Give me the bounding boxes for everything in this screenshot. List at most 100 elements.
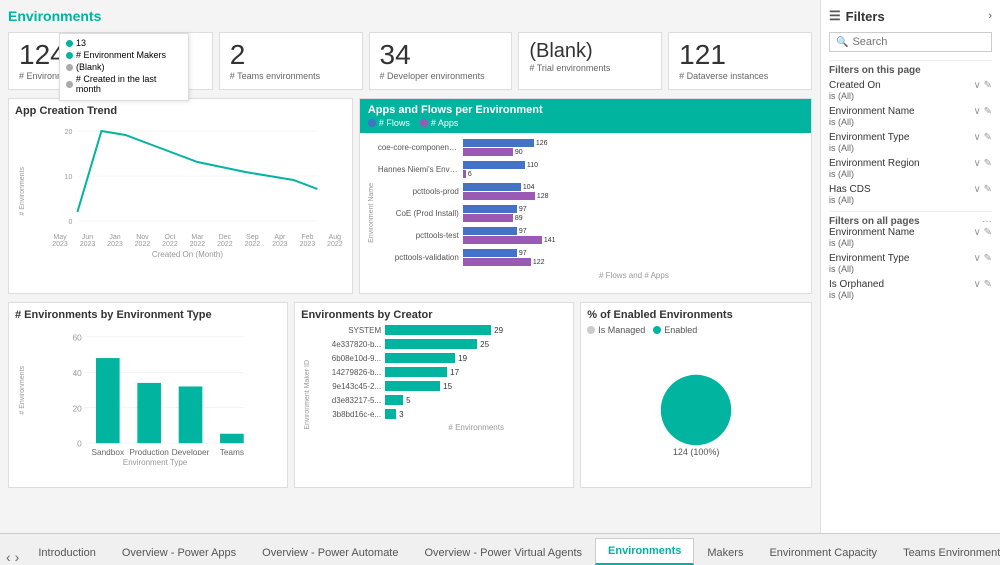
- tab-prev-btn[interactable]: ‹: [4, 549, 13, 565]
- kpi-teams-label: # Teams environments: [230, 71, 352, 81]
- tab-introduction[interactable]: Introduction: [25, 540, 108, 565]
- ebc-x-label: # Environments: [313, 423, 567, 432]
- filter-value: is (All): [829, 143, 992, 153]
- creator-val: 15: [443, 382, 452, 391]
- flow-val: 97: [519, 206, 527, 213]
- flow-val: 104: [523, 184, 535, 191]
- af-bars-wrap: 97 89: [463, 205, 527, 222]
- env-by-type-card: # Environments by Environment Type # Env…: [8, 302, 288, 488]
- act-svg: 20 10 0: [29, 121, 346, 231]
- vbar-svg: 0204060SandboxProductionDeveloperTeams: [29, 325, 281, 455]
- dot-icon: [66, 64, 73, 71]
- app-bar: [463, 192, 535, 200]
- af-x-label: # Flows and # Apps: [378, 271, 805, 280]
- af-y-label: Environment Name: [368, 183, 375, 243]
- on-page-label: Filters on this page: [829, 60, 992, 76]
- filter-all-item-is-orphaned: Is Orphaned ∨ ✎ is (All): [829, 279, 992, 300]
- kpi-developer-number: 34: [380, 41, 502, 69]
- svg-text:40: 40: [73, 369, 83, 378]
- env-by-creator-card: Environments by Creator Environment Make…: [294, 302, 574, 488]
- flow-bar: [463, 205, 517, 213]
- creator-val: 17: [450, 368, 459, 377]
- creator-bar: [385, 353, 455, 363]
- app-val: 89: [515, 215, 523, 222]
- creator-bar: [385, 395, 403, 405]
- donut-chart: 124 (100%): [587, 341, 805, 481]
- legend-blue-dot: [368, 119, 376, 127]
- sidebar-title: ☰ Filters: [829, 8, 885, 24]
- filter-icon: ☰: [829, 8, 841, 24]
- dot-icon: [66, 40, 73, 47]
- kpi-trial-number: (Blank): [529, 41, 651, 61]
- creator-name: 3b8bd16c-e...: [313, 410, 385, 419]
- tab-overview-power-automate[interactable]: Overview - Power Automate: [249, 540, 411, 565]
- app-bar: [463, 214, 513, 222]
- flow-bar-row: 97: [463, 227, 556, 235]
- af-row: pcttools-prod 104 128: [378, 183, 805, 200]
- filter-value: is (All): [829, 264, 992, 274]
- af-row-name: CoE (Prod Install): [378, 209, 463, 218]
- flow-bar-row: 97: [463, 205, 527, 213]
- filter-item-created-on: Created On ∨ ✎ is (All): [829, 80, 992, 101]
- donut-legend: Is Managed Enabled: [587, 325, 805, 335]
- svg-text:Teams: Teams: [220, 448, 244, 455]
- flow-bar: [463, 227, 517, 235]
- svg-text:20: 20: [65, 129, 73, 136]
- filter-name: Environment Type: [829, 253, 909, 264]
- creator-row: d3e83217-5...5: [313, 395, 567, 405]
- tab-teams-environments[interactable]: Teams Environments: [890, 540, 1000, 565]
- creator-row: 4e337820-b...25: [313, 339, 567, 349]
- app-val: 128: [537, 193, 549, 200]
- svg-text:Sandbox: Sandbox: [91, 448, 124, 455]
- creator-bar: [385, 381, 440, 391]
- tab-makers[interactable]: Makers: [694, 540, 756, 565]
- creator-bar: [385, 367, 447, 377]
- kpi-tooltip: 13 # Environment Makers (Blank) # Create…: [59, 33, 189, 101]
- flow-bar-row: 110: [463, 161, 538, 169]
- flow-val: 110: [527, 162, 538, 169]
- tab-environment-capacity[interactable]: Environment Capacity: [756, 540, 890, 565]
- search-input[interactable]: [852, 36, 985, 48]
- enabled-dot: [653, 326, 661, 334]
- af-row: pcttools-test 97 141: [378, 227, 805, 244]
- filter-name: Environment Name: [829, 106, 915, 117]
- flow-bar-row: 97: [463, 249, 545, 257]
- creator-bar: [385, 409, 396, 419]
- flow-bar: [463, 139, 534, 147]
- tab-overview-power-virtual-agents[interactable]: Overview - Power Virtual Agents: [412, 540, 596, 565]
- svg-text:0: 0: [77, 440, 82, 449]
- on-all-more-icon[interactable]: ···: [982, 216, 992, 227]
- kpi-dataverse: 121 # Dataverse instances: [668, 32, 812, 90]
- kpi-dataverse-label: # Dataverse instances: [679, 71, 801, 81]
- vbar-rect: [220, 434, 244, 443]
- legend-enabled: Enabled: [653, 325, 697, 335]
- legend-apps-label: # Apps: [431, 118, 459, 128]
- filter-item-has-cds: Has CDS ∨ ✎ is (All): [829, 184, 992, 205]
- svg-text:Developer: Developer: [172, 448, 210, 455]
- filter-all-item-environment-name: Environment Name ∨ ✎ is (All): [829, 227, 992, 248]
- enabled-label: Enabled: [664, 325, 697, 335]
- app-bar-row: 90: [463, 148, 548, 156]
- kpi-trial: (Blank) # Trial environments: [518, 32, 662, 90]
- creator-name: SYSTEM: [313, 326, 385, 335]
- svg-text:60: 60: [73, 333, 83, 342]
- filter-value: is (All): [829, 169, 992, 179]
- on-page-filters: Created On ∨ ✎ is (All) Environment Name…: [829, 80, 992, 205]
- legend-managed: Is Managed: [587, 325, 645, 335]
- kpi-developer-label: # Developer environments: [380, 71, 502, 81]
- kpi-teams: 2 # Teams environments: [219, 32, 363, 90]
- tab-overview-power-apps[interactable]: Overview - Power Apps: [109, 540, 249, 565]
- af-row: coe-core-components-dev 126 90: [378, 139, 805, 156]
- tab-environments[interactable]: Environments: [595, 538, 694, 565]
- charts-row-2: # Environments by Environment Type # Env…: [8, 302, 812, 488]
- filter-name: Is Orphaned: [829, 279, 884, 290]
- search-box[interactable]: 🔍: [829, 32, 992, 52]
- filter-value: is (All): [829, 91, 992, 101]
- flow-bar: [463, 161, 525, 169]
- filters-sidebar: ☰ Filters › 🔍 Filters on this page Creat…: [820, 0, 1000, 533]
- af-bars-wrap: 104 128: [463, 183, 549, 200]
- kpi-trial-label: # Trial environments: [529, 63, 651, 73]
- sidebar-collapse-icon[interactable]: ›: [988, 10, 992, 22]
- tab-next-btn[interactable]: ›: [13, 549, 22, 565]
- donut-label: 124 (100%): [673, 447, 720, 457]
